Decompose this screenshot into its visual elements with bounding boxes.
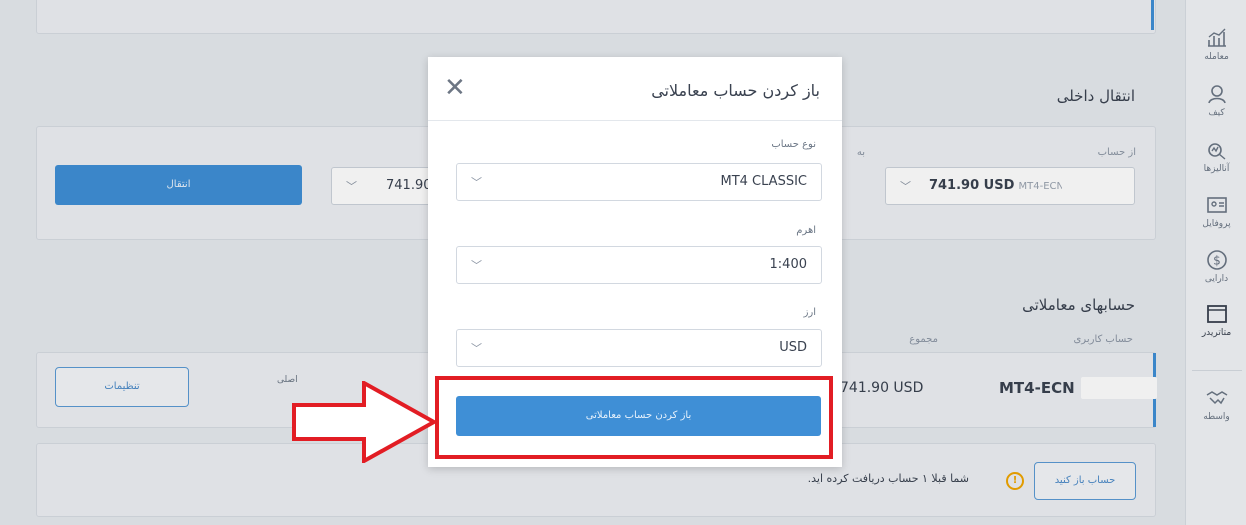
account-type-select[interactable]: ﹀ MT4 CLASSIC bbox=[456, 163, 822, 201]
chevron-down-icon: ﹀ bbox=[471, 342, 482, 355]
leverage-value: 1:400 bbox=[769, 257, 807, 272]
account-type-label: نوع حساب bbox=[771, 139, 816, 150]
modal-divider bbox=[428, 120, 842, 121]
chevron-down-icon: ﹀ bbox=[471, 176, 482, 189]
currency-select[interactable]: ﹀ USD bbox=[456, 329, 822, 367]
leverage-label: اهرم bbox=[796, 225, 816, 236]
highlight-box bbox=[435, 376, 833, 459]
currency-label: ارز bbox=[803, 307, 816, 318]
currency-value: USD bbox=[779, 340, 807, 355]
close-icon[interactable]: ✕ bbox=[444, 75, 466, 101]
chevron-down-icon: ﹀ bbox=[471, 259, 482, 272]
arrow-annotation bbox=[292, 381, 438, 463]
account-type-value: MT4 CLASSIC bbox=[720, 174, 808, 189]
modal-title: باز کردن حساب معاملاتی bbox=[651, 81, 820, 100]
leverage-select[interactable]: ﹀ 1:400 bbox=[456, 246, 822, 284]
